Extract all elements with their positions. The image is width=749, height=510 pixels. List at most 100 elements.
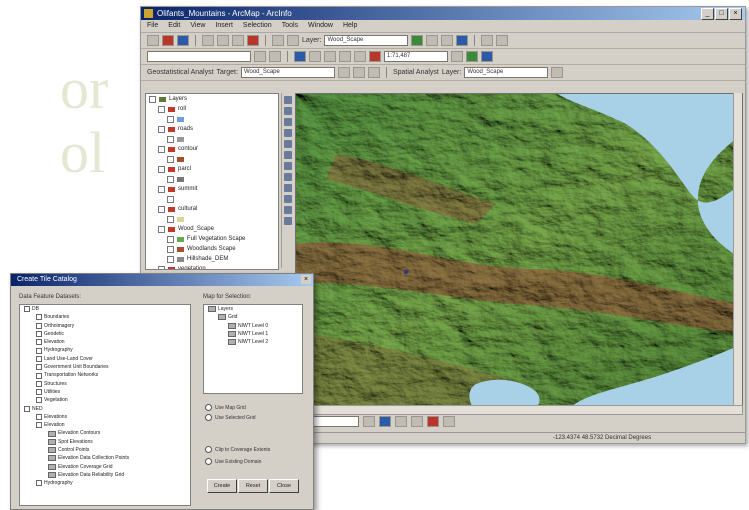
delete-icon[interactable] (247, 35, 259, 46)
rotate-icon[interactable] (367, 67, 380, 78)
dataset-tree-item[interactable]: Elevation Coverage Grid (20, 463, 190, 471)
pointer-icon[interactable] (496, 35, 509, 46)
toc-layer-row[interactable]: roads (146, 124, 278, 134)
layer-visibility-checkbox[interactable] (167, 155, 174, 163)
menu-view[interactable]: View (190, 20, 205, 32)
existing-domain-checkbox[interactable]: Use Existing Domain (205, 458, 261, 465)
dataset-tree-item[interactable]: Transportation Networks (20, 371, 190, 379)
toc-layer-row[interactable] (146, 194, 278, 204)
arccatalog-icon[interactable] (481, 51, 493, 62)
target-select[interactable]: Wood_Scape (240, 67, 335, 78)
globe-icon[interactable] (284, 129, 292, 137)
arctoolbox-icon[interactable] (466, 51, 478, 62)
layer-visibility-checkbox[interactable] (158, 145, 165, 153)
zoom-out-tool-icon[interactable] (284, 107, 292, 115)
copy-icon[interactable] (217, 35, 229, 46)
dataset-checkbox[interactable] (36, 355, 42, 362)
find-icon[interactable] (284, 184, 292, 192)
dataset-checkbox[interactable] (36, 339, 42, 346)
dataset-tree-item[interactable]: Elevation Data Collection Points (20, 454, 190, 462)
add-data-icon[interactable] (411, 35, 424, 46)
selection-tree-item[interactable]: Layers (204, 305, 302, 313)
geostatistical-menu[interactable]: Geostatistical Analyst (147, 69, 214, 76)
layout-icon[interactable] (309, 51, 321, 62)
layer-visibility-checkbox[interactable] (158, 105, 165, 113)
dataset-checkbox[interactable] (36, 347, 42, 354)
font-icon[interactable] (395, 415, 407, 427)
new-icon[interactable] (147, 35, 159, 46)
dataset-checkbox[interactable] (36, 314, 42, 321)
editor-select[interactable] (147, 51, 251, 62)
toc-layer-row[interactable]: Wood_Scape (146, 224, 278, 234)
menu-selection[interactable]: Selection (243, 20, 272, 32)
dataset-tree-item[interactable]: Elevation Contours (20, 429, 190, 437)
clip-coverage-checkbox[interactable]: Clip to Coverage Extents (205, 446, 270, 453)
dataset-checkbox[interactable] (36, 372, 42, 379)
bold-icon[interactable] (411, 415, 423, 427)
dataset-checkbox[interactable] (24, 306, 30, 313)
undo-icon[interactable] (272, 35, 284, 46)
identify-icon[interactable] (456, 35, 469, 46)
arrow-icon[interactable] (363, 415, 375, 427)
toc-layer-row[interactable] (146, 174, 278, 184)
dataset-tree-item[interactable]: Orthoimagery (20, 322, 190, 330)
paste-icon[interactable] (232, 35, 244, 46)
select-tool-icon[interactable] (284, 162, 292, 170)
dataset-tree-item[interactable]: DB (20, 305, 190, 313)
toc-layer-row[interactable]: Full Vegetation Scape (146, 234, 278, 244)
toc-layer-row[interactable]: Hillshade_DEM (146, 254, 278, 264)
dataset-tree-item[interactable]: Elevation (20, 338, 190, 346)
selection-tree-item[interactable]: NIWT Level 0 (204, 322, 302, 330)
dataset-tree-item[interactable]: Elevations (20, 413, 190, 421)
horizontal-scrollbar[interactable] (295, 405, 743, 415)
reset-button[interactable]: Reset (238, 479, 268, 493)
cut-icon[interactable] (202, 35, 214, 46)
spatial-analyst-menu[interactable]: Spatial Analyst (393, 69, 439, 76)
identify-tool-icon[interactable] (284, 173, 292, 181)
save-icon[interactable] (177, 35, 189, 46)
zoom-in-tool-icon[interactable] (284, 96, 292, 104)
dataset-tree-item[interactable]: Boundaries (20, 313, 190, 321)
editor-icon[interactable] (451, 51, 463, 62)
layer-visibility-checkbox[interactable] (167, 135, 174, 143)
toc-layer-row[interactable]: summit (146, 184, 278, 194)
pan-tool-icon[interactable] (284, 118, 292, 126)
toc-layer-row[interactable] (146, 214, 278, 224)
layer-visibility-checkbox[interactable] (158, 265, 165, 269)
map-tips-icon[interactable] (284, 217, 292, 225)
layer-visibility-checkbox[interactable] (167, 255, 174, 263)
layer-visibility-checkbox[interactable] (167, 245, 174, 253)
full-extent-icon[interactable] (339, 51, 351, 62)
layer-visibility-checkbox[interactable] (149, 95, 156, 103)
dataset-checkbox[interactable] (36, 422, 42, 429)
dataset-tree-item[interactable]: Elevation Data Reliability Grid (20, 471, 190, 479)
histogram-icon[interactable] (551, 67, 564, 78)
toc-layer-row[interactable]: vegetation (146, 264, 278, 269)
layer-visibility-checkbox[interactable] (158, 205, 165, 213)
vertical-scrollbar[interactable] (733, 93, 742, 405)
menu-edit[interactable]: Edit (168, 20, 180, 32)
edit-tool-icon[interactable] (254, 51, 266, 62)
layer-visibility-checkbox[interactable] (167, 175, 174, 183)
maximize-button[interactable]: □ (715, 8, 728, 20)
menu-window[interactable]: Window (308, 20, 333, 32)
use-map-grid-option[interactable]: Use Map Grid (205, 404, 246, 411)
sketch-tool-icon[interactable] (269, 51, 281, 62)
dataset-tree-item[interactable]: Hydrography (20, 479, 190, 487)
dataset-checkbox[interactable] (36, 322, 42, 329)
selection-tree-item[interactable]: NIWT Level 1 (204, 330, 302, 338)
toc-layer-row[interactable]: roll (146, 104, 278, 114)
layer-visibility-checkbox[interactable] (158, 125, 165, 133)
menu-file[interactable]: File (147, 20, 158, 32)
pan-icon[interactable] (324, 51, 336, 62)
layer-visibility-checkbox[interactable] (158, 225, 165, 233)
use-selected-grid-option[interactable]: Use Selected Grid (205, 414, 256, 421)
close-button[interactable]: × (729, 8, 742, 20)
map-icon[interactable] (294, 51, 306, 62)
zoom-out-icon[interactable] (441, 35, 454, 46)
dataset-checkbox[interactable] (36, 480, 42, 487)
layer-visibility-checkbox[interactable] (167, 215, 174, 223)
previous-extent-icon[interactable] (354, 51, 366, 62)
toc-layer-row[interactable]: Woodlands Scape (146, 244, 278, 254)
hyperlink-icon[interactable] (284, 206, 292, 214)
